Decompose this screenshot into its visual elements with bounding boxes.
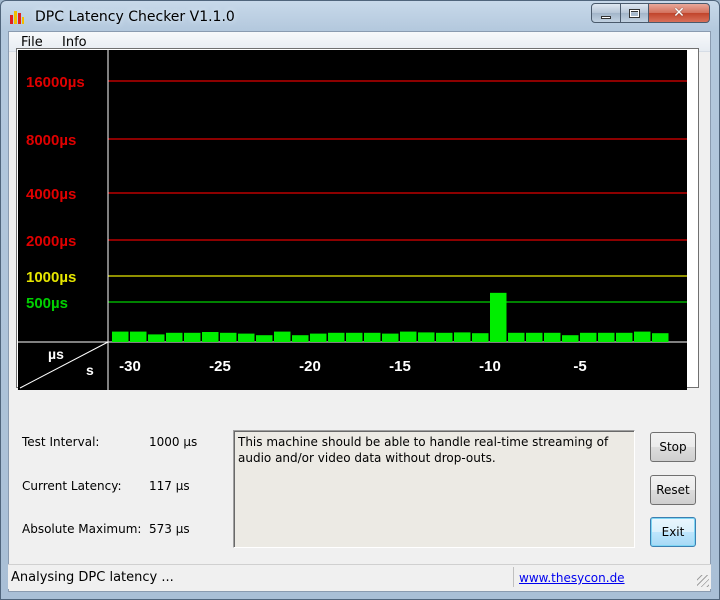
- message-text: This machine should be able to handle re…: [238, 435, 609, 465]
- latency-bar--11: [472, 333, 489, 342]
- latency-bar--17: [364, 332, 381, 342]
- latency-chart: 500µs 1000µs 2000µs 4000µs 8000µs 16000µs µs s -…: [16, 48, 699, 390]
- test-interval-label: Test Interval:: [22, 435, 100, 449]
- maximize-icon: [629, 8, 640, 18]
- y-axis-unit: µs: [48, 346, 64, 362]
- window-title: DPC Latency Checker V1.1.0: [35, 9, 235, 25]
- latency-bar--29: [148, 334, 165, 342]
- absolute-max-label: Absolute Maximum:: [22, 522, 142, 536]
- reset-button[interactable]: Reset: [650, 475, 696, 505]
- latency-bar--7: [544, 332, 561, 342]
- latency-bar--6: [562, 335, 579, 342]
- latency-bar--3: [616, 332, 633, 342]
- y-tick-label-1000: 1000µs: [26, 269, 76, 286]
- latency-bar--1: [652, 333, 669, 342]
- latency-bar--24: [238, 333, 255, 342]
- latency-bar--10: [490, 292, 507, 342]
- x-tick-label--25: -25: [209, 358, 231, 375]
- current-latency-label: Current Latency:: [22, 479, 122, 493]
- latency-bar--4: [598, 332, 615, 342]
- latency-bar--13: [436, 332, 453, 342]
- current-latency-value: 117 µs: [149, 479, 190, 493]
- y-tick-label-8000: 8000µs: [26, 132, 76, 149]
- latency-bar--28: [166, 332, 183, 342]
- y-tick-label-500: 500µs: [26, 295, 68, 312]
- latency-bar--2: [634, 331, 651, 342]
- x-tick-label--15: -15: [389, 358, 411, 375]
- latency-bar--14: [418, 332, 435, 342]
- y-tick-label-16000: 16000µs: [26, 74, 85, 91]
- latency-bar--15: [400, 331, 417, 342]
- latency-chart-svg: 500µs 1000µs 2000µs 4000µs 8000µs 16000µs µs s -…: [18, 50, 687, 390]
- latency-bar--31: [112, 331, 129, 342]
- minimize-button[interactable]: [591, 3, 621, 23]
- minimize-icon: [601, 15, 611, 19]
- latency-bar--16: [382, 333, 399, 342]
- message-box: This machine should be able to handle re…: [233, 430, 635, 548]
- test-interval-value: 1000 µs: [149, 435, 198, 449]
- latency-bar--20: [310, 333, 327, 342]
- maximize-button[interactable]: [620, 3, 649, 23]
- app-icon: [10, 11, 24, 24]
- latency-bar--22: [274, 331, 291, 342]
- x-tick-label--30: -30: [119, 358, 141, 375]
- latency-bar--5: [580, 332, 597, 342]
- latency-bar--8: [526, 332, 543, 342]
- latency-bar--27: [184, 332, 201, 342]
- latency-bar--9: [508, 332, 525, 342]
- website-link[interactable]: www.thesycon.de: [519, 571, 625, 585]
- latency-bar--12: [454, 332, 471, 342]
- stop-button[interactable]: Stop: [650, 432, 696, 462]
- close-button[interactable]: ✕: [648, 3, 710, 23]
- latency-bar--19: [328, 332, 345, 342]
- status-bar: Analysing DPC latency ... www.thesycon.d…: [8, 564, 711, 589]
- close-icon: ✕: [673, 5, 685, 21]
- latency-bar--30: [130, 331, 147, 342]
- y-tick-label-2000: 2000µs: [26, 233, 76, 250]
- status-separator: [513, 567, 514, 587]
- latency-bar--21: [292, 335, 309, 342]
- status-text: Analysing DPC latency ...: [11, 570, 174, 585]
- latency-bar--23: [256, 335, 273, 342]
- y-tick-label-4000: 4000µs: [26, 186, 76, 203]
- x-axis-unit: s: [86, 362, 94, 378]
- x-tick-label--10: -10: [479, 358, 501, 375]
- x-tick-label--5: -5: [573, 358, 586, 375]
- title-bar[interactable]: DPC Latency Checker V1.1.0 ✕: [1, 1, 719, 33]
- exit-button[interactable]: Exit: [650, 517, 696, 547]
- latency-bar--25: [220, 332, 237, 342]
- x-tick-label--20: -20: [299, 358, 321, 375]
- absolute-max-value: 573 µs: [149, 522, 190, 536]
- resize-grip[interactable]: [697, 575, 709, 587]
- latency-bar--18: [346, 332, 363, 342]
- latency-bar--26: [202, 332, 219, 342]
